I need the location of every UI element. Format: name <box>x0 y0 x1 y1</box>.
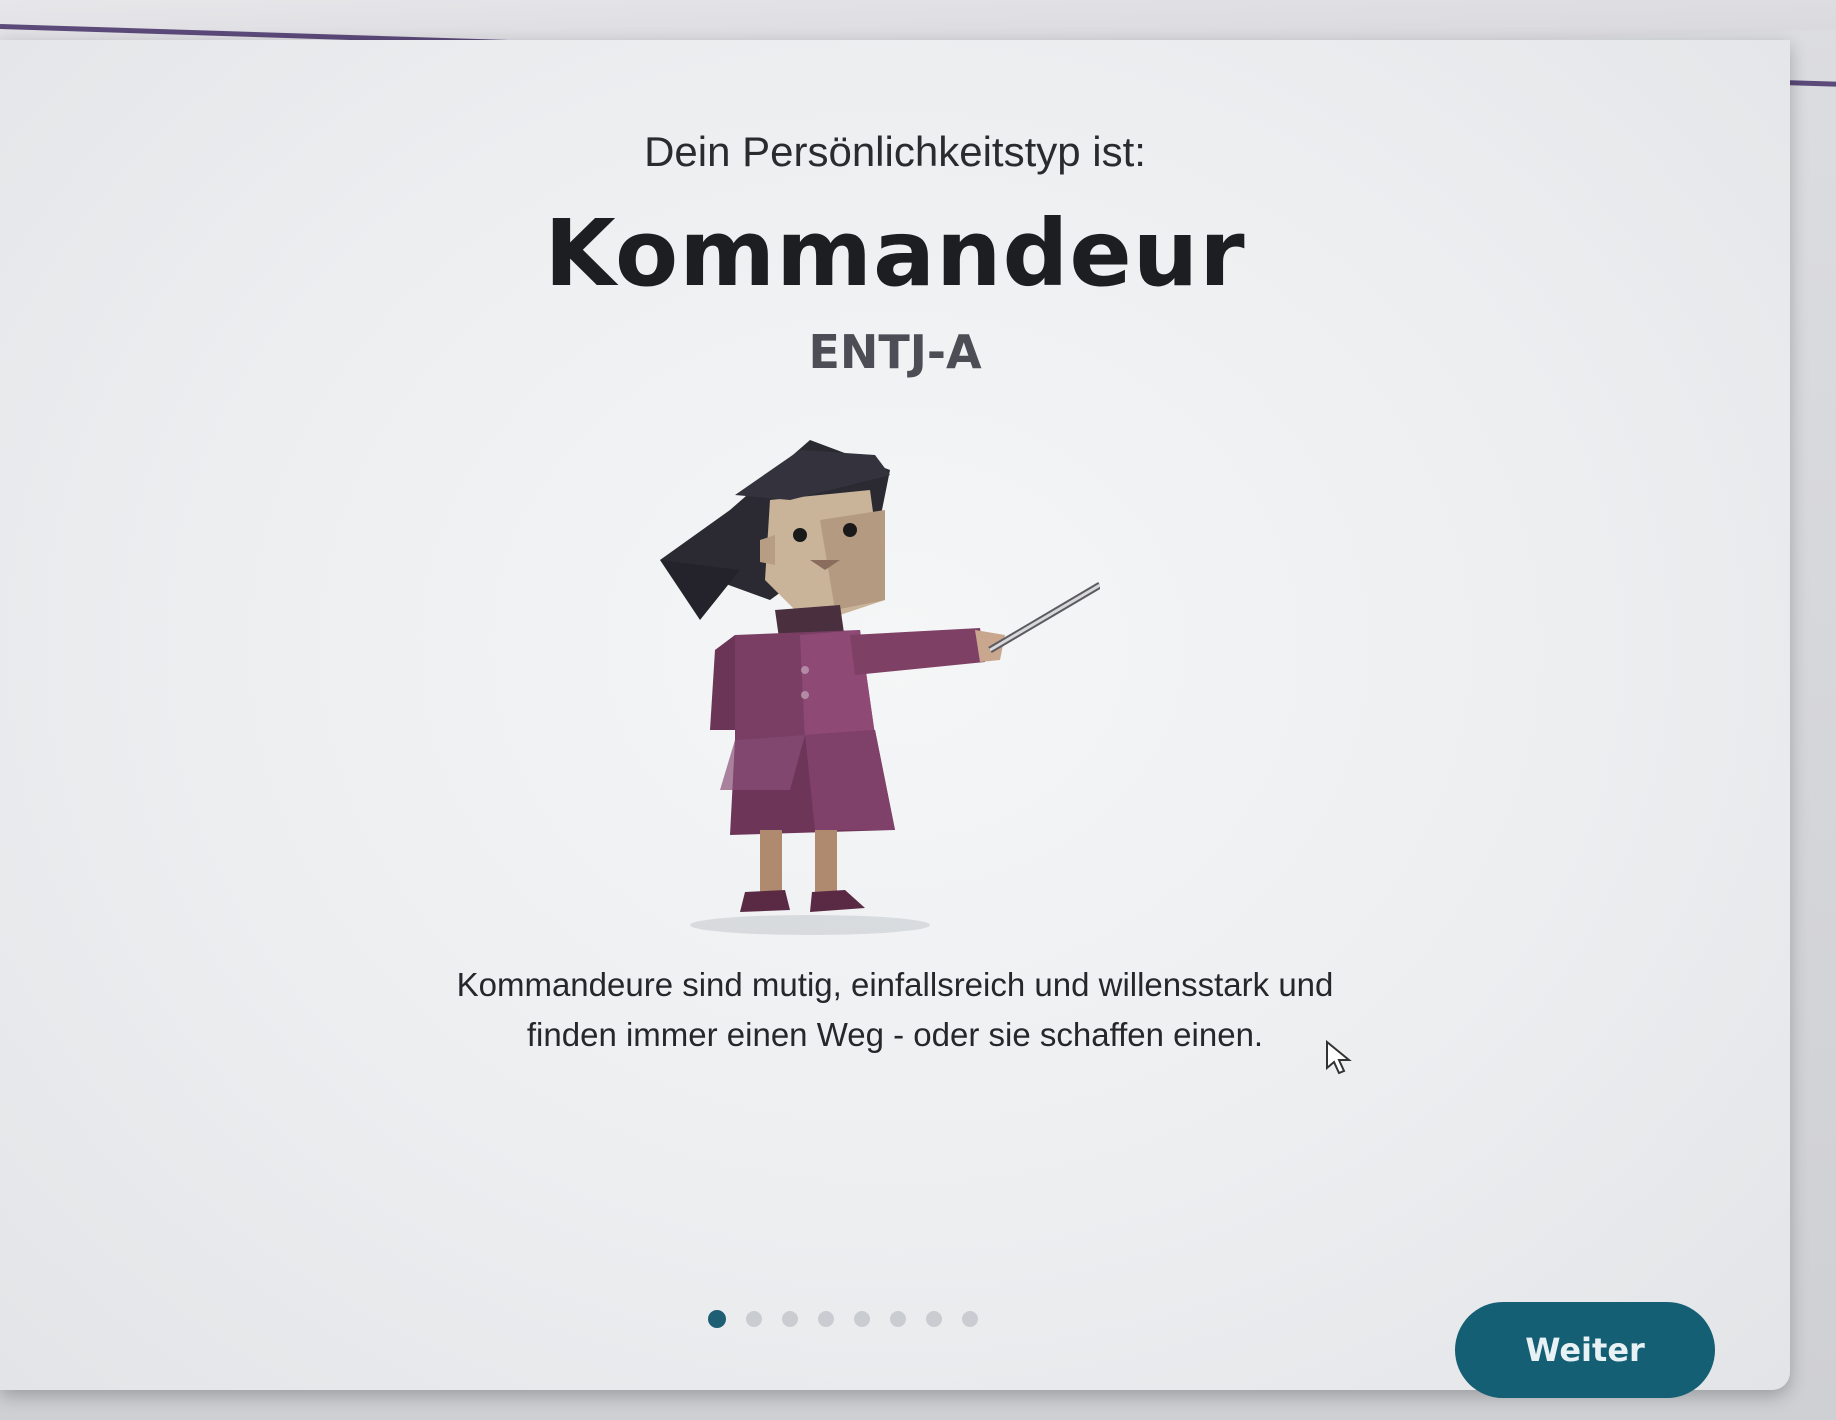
pager-dot[interactable] <box>782 1311 798 1327</box>
pager-dot[interactable] <box>854 1311 870 1327</box>
pager-dot[interactable] <box>962 1311 978 1327</box>
progress-pager <box>708 1310 978 1328</box>
commander-character-illustration <box>660 440 1100 935</box>
result-intro: Dein Persönlichkeitstyp ist: <box>644 128 1146 175</box>
pager-dot-active[interactable] <box>708 1310 726 1328</box>
result-card: Dein Persönlichkeitstyp ist: Kommandeur … <box>0 40 1790 1398</box>
pager-dot[interactable] <box>890 1311 906 1327</box>
mouse-cursor-icon <box>1326 1040 1352 1075</box>
pager-dot[interactable] <box>926 1311 942 1327</box>
personality-type-name: Kommandeur <box>544 200 1246 307</box>
pager-dot[interactable] <box>818 1311 834 1327</box>
screen: Dein Persönlichkeitstyp ist: Kommandeur … <box>0 0 1836 1420</box>
description-line-1: Kommandeure sind mutig, einfallsreich un… <box>456 966 1334 1003</box>
pager-dot[interactable] <box>746 1311 762 1327</box>
personality-type-code: ENTJ-A <box>808 325 982 379</box>
next-button[interactable]: Weiter <box>1455 1302 1715 1398</box>
